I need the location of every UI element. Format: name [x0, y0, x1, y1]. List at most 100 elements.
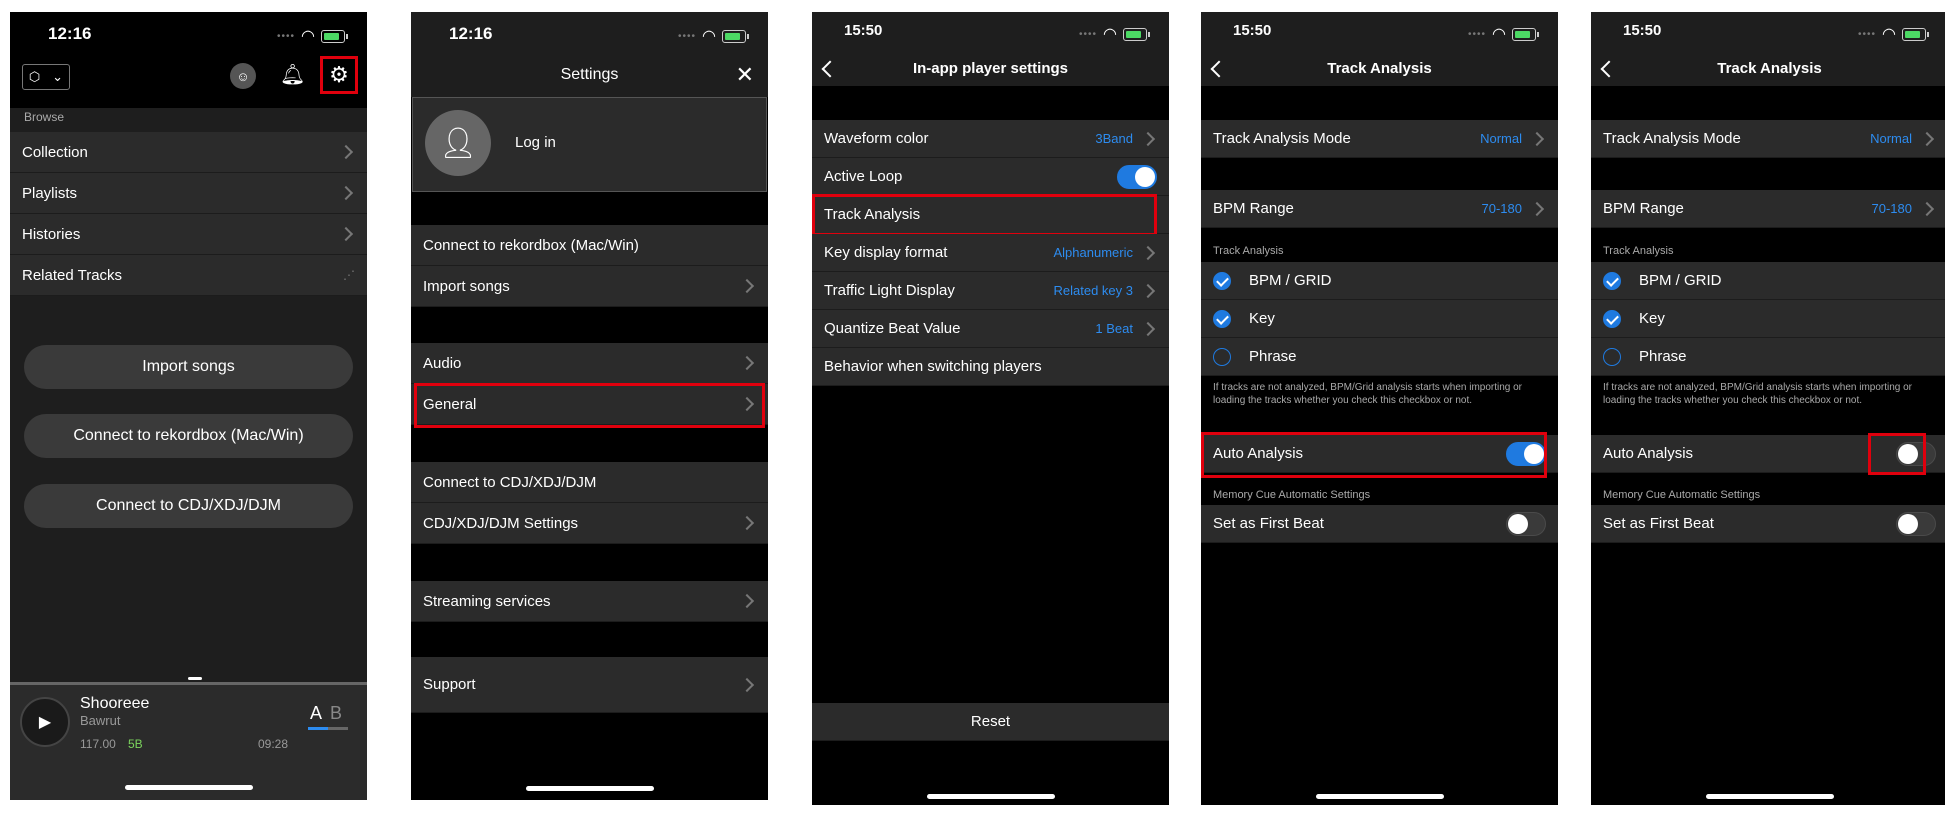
battery-icon [1123, 27, 1150, 41]
setting-value: 70-180 [1871, 201, 1912, 216]
settings-item-support[interactable]: Support [411, 657, 768, 713]
settings-item-audio[interactable]: Audio [411, 343, 768, 384]
page-title: Track Analysis [1327, 60, 1432, 77]
screen-track-analysis-off: 15:50 •••• ◠ Track Analysis Track Analysi… [1591, 12, 1945, 805]
wifi-icon: ◠ [702, 28, 716, 45]
connect-rekordbox-button[interactable]: Connect to rekordbox (Mac/Win) [24, 414, 353, 458]
setting-value: Normal [1870, 131, 1912, 146]
wifi-icon: ◠ [301, 28, 315, 45]
screen-player-settings: 15:50 •••• ◠ In-app player settings Wavef… [812, 12, 1169, 805]
analysis-note: If tracks are not analyzed, BPM/Grid ana… [1603, 382, 1913, 406]
settings-item-connect-rekordbox[interactable]: Connect to rekordbox (Mac/Win) [411, 225, 768, 266]
checkbox-icon[interactable] [1603, 347, 1621, 366]
settings-item-cdj-settings[interactable]: CDJ/XDJ/DJM Settings [411, 503, 768, 544]
setting-label: Auto Analysis [1213, 445, 1304, 462]
play-button[interactable]: ▶ [20, 697, 70, 747]
checkbox-icon[interactable] [1213, 347, 1231, 366]
browse-item-playlists[interactable]: Playlists [10, 173, 367, 214]
chevron-right-icon [739, 515, 755, 531]
setting-label: Quantize Beat Value [824, 320, 961, 337]
checkbox-icon[interactable] [1213, 309, 1231, 328]
auto-analysis-row[interactable]: Auto Analysis [1591, 435, 1945, 473]
check-label: Key [1639, 310, 1665, 327]
setting-label: Behavior when switching players [824, 358, 1042, 375]
bell-icon[interactable]: 🔔︎ [280, 62, 305, 87]
setting-label: Auto Analysis [1603, 445, 1694, 462]
mini-player[interactable]: ▶ Shooreee Bawrut 117.00 5B 09:28 A B [10, 677, 367, 800]
active-loop-toggle[interactable] [1117, 164, 1157, 189]
home-indicator [926, 794, 1055, 799]
setting-label: Track Analysis Mode [1213, 130, 1351, 147]
check-label: Phrase [1249, 348, 1297, 365]
status-icons: •••• ◠ [1468, 24, 1539, 44]
setting-key-display-format[interactable]: Key display format Alphanumeric [812, 234, 1169, 272]
settings-item-streaming[interactable]: Streaming services [411, 581, 768, 622]
bpm-range-row[interactable]: BPM Range 70-180 [1591, 190, 1945, 228]
setting-quantize-beat[interactable]: Quantize Beat Value 1 Beat [812, 310, 1169, 348]
page-title: In-app player settings [912, 60, 1069, 77]
setting-active-loop[interactable]: Active Loop [812, 158, 1169, 196]
settings-item-connect-cdj[interactable]: Connect to CDJ/XDJ/DJM [411, 462, 768, 503]
battery-icon [1902, 27, 1929, 41]
first-beat-toggle[interactable] [1506, 511, 1546, 536]
track-analysis-mode-row[interactable]: Track Analysis Mode Normal [1201, 120, 1558, 158]
checkbox-icon[interactable] [1213, 271, 1231, 290]
chevron-right-icon [739, 355, 755, 371]
check-phrase[interactable]: Phrase [1591, 338, 1945, 376]
status-time: 12:16 [449, 24, 493, 43]
setting-traffic-light[interactable]: Traffic Light Display Related key 3 [812, 272, 1169, 310]
browse-item-histories[interactable]: Histories [10, 214, 367, 255]
setting-value: 1 Beat [1095, 321, 1133, 336]
first-beat-row[interactable]: Set as First Beat [1591, 505, 1945, 543]
connect-cdj-button[interactable]: Connect to CDJ/XDJ/DJM [24, 484, 353, 528]
browse-item-label: Playlists [22, 184, 78, 202]
bpm-range-row[interactable]: BPM Range 70-180 [1201, 190, 1558, 228]
track-analysis-mode-row[interactable]: Track Analysis Mode Normal [1591, 120, 1945, 158]
auto-analysis-toggle[interactable] [1506, 441, 1546, 466]
profile-icon[interactable]: ☺ [230, 63, 256, 89]
checkbox-icon[interactable] [1603, 309, 1621, 328]
first-beat-row[interactable]: Set as First Beat [1201, 505, 1558, 543]
track-key: 5B [128, 737, 143, 751]
signal-icon: •••• [1468, 28, 1487, 40]
browse-item-label: Collection [22, 143, 88, 161]
import-songs-button[interactable]: Import songs [24, 345, 353, 389]
setting-value: 70-180 [1481, 201, 1522, 216]
settings-item-import-songs[interactable]: Import songs [411, 266, 768, 307]
page-title: Track Analysis [1717, 60, 1822, 77]
browse-item-collection[interactable]: Collection [10, 132, 367, 173]
drag-handle[interactable] [188, 677, 202, 680]
track-duration: 09:28 [258, 737, 289, 751]
deck-a[interactable]: A [310, 703, 322, 724]
check-key[interactable]: Key [1201, 300, 1558, 338]
check-phrase[interactable]: Phrase [1201, 338, 1558, 376]
signal-icon: •••• [678, 30, 697, 42]
browse-item-related-tracks[interactable]: Related Tracks ⋰ [10, 255, 367, 296]
reset-button[interactable]: Reset [812, 703, 1169, 741]
gear-icon[interactable]: ⚙ [324, 60, 354, 90]
auto-analysis-toggle[interactable] [1896, 441, 1936, 466]
auto-analysis-row[interactable]: Auto Analysis [1201, 435, 1558, 473]
check-bpm-grid[interactable]: BPM / GRID [1201, 262, 1558, 300]
settings-item-label: Audio [423, 354, 462, 372]
checkbox-icon[interactable] [1603, 271, 1621, 290]
setting-behavior-switching[interactable]: Behavior when switching players [812, 348, 1169, 386]
settings-item-general[interactable]: General [411, 384, 768, 425]
browse-item-label: Related Tracks [22, 266, 123, 284]
check-key[interactable]: Key [1591, 300, 1945, 338]
first-beat-toggle[interactable] [1896, 511, 1936, 536]
close-icon[interactable]: ✕ [736, 62, 754, 88]
setting-waveform-color[interactable]: Waveform color 3Band [812, 120, 1169, 158]
screen-browse: 12:16 •••• ◠ ⬡ ⌄ ☺ 🔔︎ ⚙ Browse Collection … [10, 12, 367, 800]
chevron-right-icon [739, 396, 755, 412]
deck-b[interactable]: B [330, 703, 342, 724]
reset-label: Reset [970, 713, 1011, 730]
login-row[interactable]: 👤︎ Log in [412, 97, 767, 192]
setting-label: Key display format [824, 244, 948, 261]
app-logo-menu[interactable]: ⬡ ⌄ [22, 64, 70, 90]
status-icons: •••• ◠ [678, 26, 749, 46]
check-bpm-grid[interactable]: BPM / GRID [1591, 262, 1945, 300]
home-indicator [525, 786, 654, 791]
setting-track-analysis[interactable]: Track Analysis [812, 196, 1169, 234]
toggle-knob [1898, 513, 1918, 534]
